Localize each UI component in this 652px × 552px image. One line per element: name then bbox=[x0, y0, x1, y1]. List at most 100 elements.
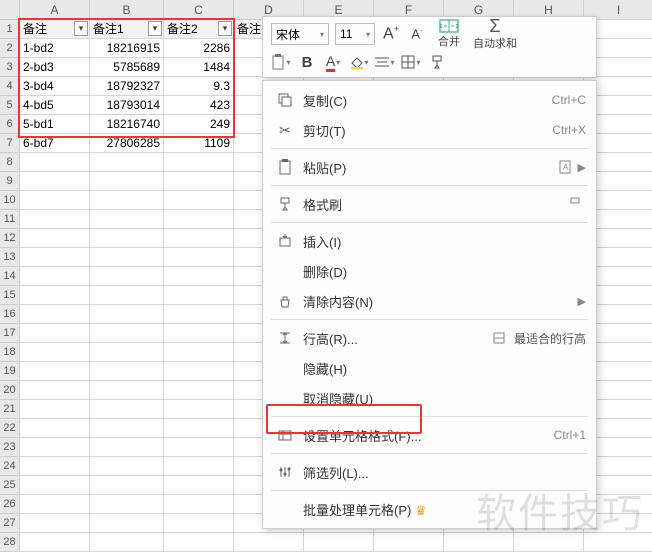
row-header[interactable]: 27 bbox=[0, 514, 20, 533]
cell[interactable] bbox=[164, 267, 234, 286]
cell[interactable] bbox=[90, 229, 164, 248]
row-header[interactable]: 8 bbox=[0, 153, 20, 172]
menu-copy[interactable]: 复制(C) Ctrl+C bbox=[263, 85, 596, 115]
bold-icon[interactable]: B bbox=[297, 52, 317, 72]
paste-icon[interactable]: ▾ bbox=[271, 52, 291, 72]
row-header[interactable]: 14 bbox=[0, 267, 20, 286]
row-header[interactable]: 18 bbox=[0, 343, 20, 362]
decrease-font-icon[interactable]: A- bbox=[407, 24, 427, 44]
select-all-corner[interactable] bbox=[0, 0, 20, 20]
best-fit-label[interactable]: 最适合的行高 bbox=[514, 330, 586, 347]
cell[interactable] bbox=[20, 286, 90, 305]
cell[interactable]: 4-bd5 bbox=[20, 96, 90, 115]
cell[interactable] bbox=[20, 248, 90, 267]
cell[interactable] bbox=[90, 172, 164, 191]
row-header[interactable]: 5 bbox=[0, 96, 20, 115]
cell[interactable]: 3-bd4 bbox=[20, 77, 90, 96]
col-header-B[interactable]: B bbox=[90, 0, 164, 20]
cell[interactable]: 1109 bbox=[164, 134, 234, 153]
menu-cut[interactable]: ✂ 剪切(T) Ctrl+X bbox=[263, 115, 596, 145]
row-header[interactable]: 24 bbox=[0, 457, 20, 476]
cell[interactable] bbox=[90, 305, 164, 324]
cell[interactable] bbox=[164, 191, 234, 210]
cell[interactable] bbox=[164, 495, 234, 514]
filter-dropdown-icon[interactable]: ▾ bbox=[148, 21, 162, 36]
cell[interactable]: 249 bbox=[164, 115, 234, 134]
cell[interactable]: 18792327 bbox=[90, 77, 164, 96]
row-header[interactable]: 13 bbox=[0, 248, 20, 267]
row-header[interactable]: 1 bbox=[0, 20, 20, 39]
cell[interactable] bbox=[164, 324, 234, 343]
menu-cell-format[interactable]: 设置单元格格式(F)... Ctrl+1 bbox=[263, 420, 596, 450]
cell[interactable] bbox=[20, 229, 90, 248]
cell[interactable] bbox=[90, 362, 164, 381]
row-header[interactable]: 3 bbox=[0, 58, 20, 77]
merge-button[interactable]: 合并 bbox=[433, 20, 465, 48]
row-header[interactable]: 4 bbox=[0, 77, 20, 96]
cell[interactable]: 备注2▾ bbox=[164, 20, 234, 39]
menu-insert[interactable]: 插入(I) bbox=[263, 226, 596, 256]
cell[interactable] bbox=[164, 514, 234, 533]
cell[interactable] bbox=[20, 476, 90, 495]
cell[interactable] bbox=[90, 286, 164, 305]
cell[interactable]: 27806285 bbox=[90, 134, 164, 153]
cell[interactable] bbox=[20, 324, 90, 343]
menu-hide[interactable]: 隐藏(H) bbox=[263, 353, 596, 383]
cell[interactable]: 5-bd1 bbox=[20, 115, 90, 134]
cell[interactable]: 6-bd7 bbox=[20, 134, 90, 153]
cell[interactable] bbox=[164, 438, 234, 457]
col-header-C[interactable]: C bbox=[164, 0, 234, 20]
cell[interactable] bbox=[90, 495, 164, 514]
row-header[interactable]: 26 bbox=[0, 495, 20, 514]
row-header[interactable]: 2 bbox=[0, 39, 20, 58]
cell[interactable]: 1-bd2 bbox=[20, 39, 90, 58]
row-header[interactable]: 7 bbox=[0, 134, 20, 153]
filter-dropdown-icon[interactable]: ▾ bbox=[218, 21, 232, 36]
row-header[interactable]: 15 bbox=[0, 286, 20, 305]
row-header[interactable]: 20 bbox=[0, 381, 20, 400]
row-header[interactable]: 12 bbox=[0, 229, 20, 248]
row-header[interactable]: 28 bbox=[0, 533, 20, 552]
cell[interactable] bbox=[90, 343, 164, 362]
row-header[interactable]: 10 bbox=[0, 191, 20, 210]
cell[interactable] bbox=[20, 381, 90, 400]
cell[interactable] bbox=[164, 457, 234, 476]
menu-clear[interactable]: 清除内容(N) ▶ bbox=[263, 286, 596, 316]
cell[interactable] bbox=[90, 267, 164, 286]
row-header[interactable]: 25 bbox=[0, 476, 20, 495]
cell[interactable] bbox=[20, 362, 90, 381]
row-header[interactable]: 23 bbox=[0, 438, 20, 457]
cell[interactable] bbox=[164, 533, 234, 552]
cell[interactable] bbox=[164, 476, 234, 495]
cell[interactable] bbox=[374, 533, 444, 552]
cell[interactable] bbox=[90, 381, 164, 400]
border-icon[interactable]: ▾ bbox=[401, 52, 421, 72]
menu-row-height[interactable]: 行高(R)... 最适合的行高 bbox=[263, 323, 596, 353]
cell[interactable] bbox=[20, 533, 90, 552]
cell[interactable] bbox=[20, 419, 90, 438]
cell[interactable] bbox=[164, 381, 234, 400]
cell[interactable]: 423 bbox=[164, 96, 234, 115]
cell[interactable] bbox=[90, 419, 164, 438]
cell[interactable] bbox=[164, 362, 234, 381]
cell[interactable]: 备注1▾ bbox=[90, 20, 164, 39]
cell[interactable]: 18216740 bbox=[90, 115, 164, 134]
cell[interactable]: 18216915 bbox=[90, 39, 164, 58]
autosum-button[interactable]: Σ 自动求和 bbox=[471, 20, 519, 48]
cell[interactable] bbox=[164, 248, 234, 267]
fill-color-icon[interactable]: ▾ bbox=[349, 52, 369, 72]
row-header[interactable]: 19 bbox=[0, 362, 20, 381]
row-header[interactable]: 16 bbox=[0, 305, 20, 324]
cell[interactable] bbox=[90, 248, 164, 267]
cell[interactable] bbox=[164, 210, 234, 229]
align-icon[interactable]: ▾ bbox=[375, 52, 395, 72]
col-header-A[interactable]: A bbox=[20, 0, 90, 20]
cell[interactable] bbox=[90, 191, 164, 210]
cell[interactable] bbox=[20, 514, 90, 533]
cell[interactable] bbox=[20, 305, 90, 324]
cell[interactable]: 1484 bbox=[164, 58, 234, 77]
paste-special-icon[interactable]: A bbox=[556, 158, 578, 176]
cell[interactable] bbox=[90, 400, 164, 419]
format-paint-icon[interactable] bbox=[427, 52, 447, 72]
cell[interactable] bbox=[20, 210, 90, 229]
